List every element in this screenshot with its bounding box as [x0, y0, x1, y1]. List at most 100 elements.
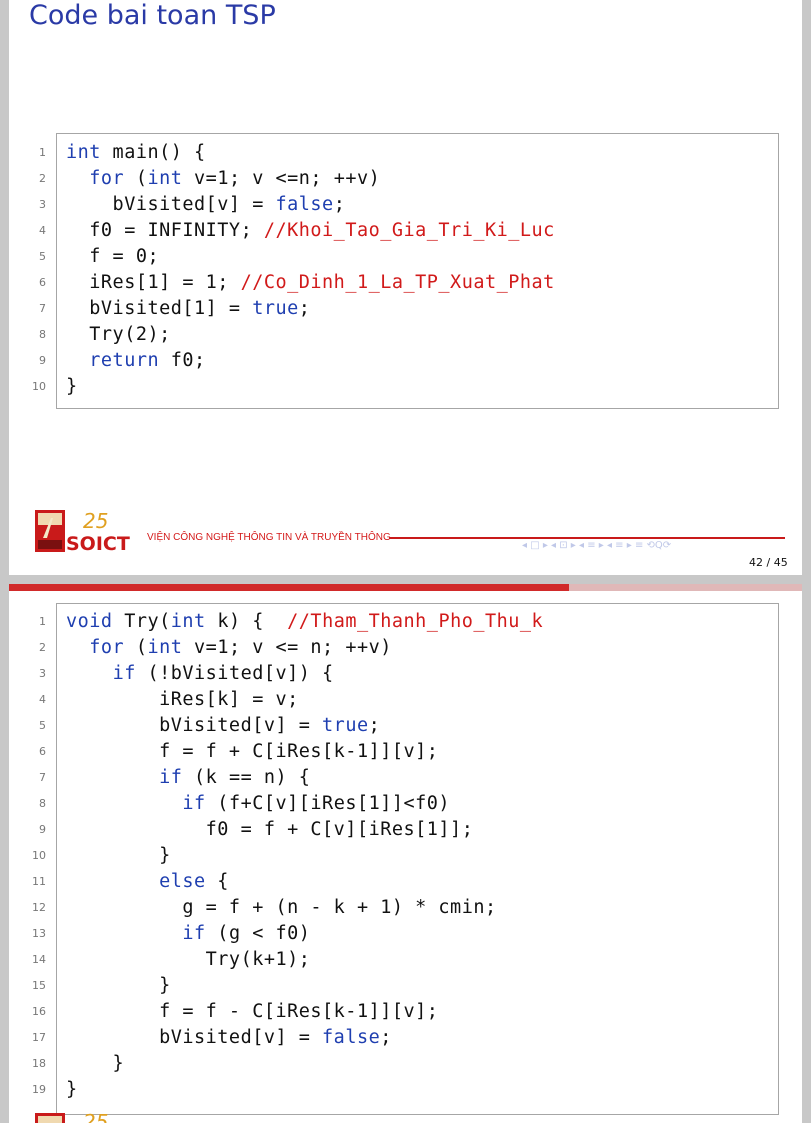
header-bar: [9, 584, 569, 591]
code-keyword: void: [66, 611, 113, 632]
slide-title: Code bai toan TSP: [29, 0, 276, 31]
code-token: (g < f0): [205, 923, 311, 944]
code-token: (f+C[v][iRes[1]]<f0): [205, 793, 451, 814]
frame-prev-icon[interactable]: ◂ □ ▸: [522, 540, 548, 551]
code-keyword: if: [159, 767, 183, 788]
svg-text:SOICT: SOICT: [66, 533, 130, 552]
line-number: 3: [39, 198, 46, 211]
line-number: 9: [39, 823, 46, 836]
code-token: ;: [380, 1027, 392, 1048]
code-text: iRes[k] = v;: [66, 687, 299, 713]
code-token: {: [205, 871, 229, 892]
code-token: (k == n) {: [182, 767, 311, 788]
code-token: main() {: [100, 142, 206, 163]
subsection-prev-icon[interactable]: ◂ ⊡ ▸: [551, 540, 576, 551]
code-keyword: if: [182, 793, 206, 814]
code-token: (!bVisited[v]) {: [135, 663, 334, 684]
line-number: 13: [32, 927, 46, 940]
line-number: 4: [39, 224, 46, 237]
line-number: 4: [39, 693, 46, 706]
code-token: Try(k+1);: [66, 949, 311, 970]
code-token: bVisited[v] =: [66, 1027, 323, 1048]
search-icon[interactable]: ⟲Q⟳: [647, 540, 672, 551]
line-number: 1: [39, 615, 46, 628]
code-keyword: int: [170, 611, 206, 632]
code-token: (: [124, 168, 148, 189]
code-text: bVisited[v] = false;: [66, 192, 345, 218]
code-keyword: for: [89, 168, 125, 189]
code-text: f0 = f + C[v][iRes[1]];: [66, 817, 473, 843]
line-number: 6: [39, 745, 46, 758]
code-token: bVisited[1] =: [66, 298, 253, 319]
code-text: g = f + (n - k + 1) * cmin;: [66, 895, 497, 921]
code-comment: //Khoi_Tao_Gia_Tri_Ki_Luc: [263, 220, 555, 241]
code-token: }: [66, 376, 78, 397]
code-token: f = f + C[iRes[k-1]][v];: [66, 741, 439, 762]
code-text: int main() {: [66, 140, 206, 166]
code-text: if (g < f0): [66, 921, 310, 947]
line-number: 8: [39, 328, 46, 341]
svg-text:25: 25: [83, 1111, 108, 1123]
code-text: if (k == n) {: [66, 765, 310, 791]
line-number: 9: [39, 354, 46, 367]
line-number: 15: [32, 979, 46, 992]
code-text: else {: [66, 869, 229, 895]
code-token: bVisited[v] =: [66, 715, 323, 736]
line-number: 12: [32, 901, 46, 914]
svg-text:25: 25: [83, 509, 108, 533]
code-text: if (f+C[v][iRes[1]]<f0): [66, 791, 450, 817]
code-token: }: [66, 1053, 125, 1074]
soict-logo: 25: [35, 1110, 140, 1123]
section-prev-icon[interactable]: ◂ ≡ ▸: [579, 540, 604, 551]
section-next-icon[interactable]: ◂ ≡ ▸: [607, 540, 632, 551]
code-text: iRes[1] = 1; //Co_Dinh_1_La_TP_Xuat_Phat: [66, 270, 555, 296]
code-token: v=1; v <=n; ++v): [182, 168, 381, 189]
code-text: Try(2);: [66, 322, 171, 348]
code-text: }: [66, 1077, 78, 1103]
code-text: if (!bVisited[v]) {: [66, 661, 334, 687]
code-token: g = f + (n - k + 1) * cmin;: [66, 897, 497, 918]
code-token: f = f - C[iRes[k-1]][v];: [66, 1001, 439, 1022]
code-text: void Try(int k) { //Tham_Thanh_Pho_Thu_k: [66, 609, 543, 635]
code-token: }: [66, 975, 171, 996]
code-text: bVisited[v] = true;: [66, 713, 380, 739]
code-token: iRes[k] = v;: [66, 689, 299, 710]
line-number: 11: [32, 875, 46, 888]
beamer-nav: ◂ □ ▸ ◂ ⊡ ▸ ◂ ≡ ▸ ◂ ≡ ▸ ≡ ⟲Q⟳: [522, 540, 671, 551]
code-token: k) {: [205, 611, 288, 632]
code-keyword: false: [275, 194, 334, 215]
code-text: bVisited[1] = true;: [66, 296, 310, 322]
code-token: Try(2);: [66, 324, 171, 345]
code-keyword: true: [322, 715, 369, 736]
line-number: 14: [32, 953, 46, 966]
code-keyword: int: [66, 142, 101, 163]
code-block-main: 1 int main() {2 for (int v=1; v <=n; ++v)…: [32, 133, 779, 409]
code-text: Try(k+1);: [66, 947, 310, 973]
code-keyword: int: [147, 168, 183, 189]
code-token: iRes[1] = 1;: [66, 272, 241, 293]
slide-42: Code bai toan TSP 1 int main() {2 for (in…: [9, 0, 802, 575]
code-text: }: [66, 1051, 124, 1077]
code-keyword: if: [112, 663, 136, 684]
line-number: 7: [39, 302, 46, 315]
line-number: 1: [39, 146, 46, 159]
code-token: f0 = f + C[v][iRes[1]];: [66, 819, 474, 840]
line-number: 18: [32, 1057, 46, 1070]
line-number: 10: [32, 849, 46, 862]
line-number: 7: [39, 771, 46, 784]
line-number: 2: [39, 172, 46, 185]
code-keyword: true: [252, 298, 299, 319]
code-token: f0 = INFINITY;: [66, 220, 264, 241]
code-block-try: 1 void Try(int k) { //Tham_Thanh_Pho_Thu_…: [32, 603, 779, 1115]
code-text: bVisited[v] = false;: [66, 1025, 392, 1051]
align-icon[interactable]: ≡: [635, 540, 643, 551]
code-text: return f0;: [66, 348, 206, 374]
line-number: 5: [39, 719, 46, 732]
